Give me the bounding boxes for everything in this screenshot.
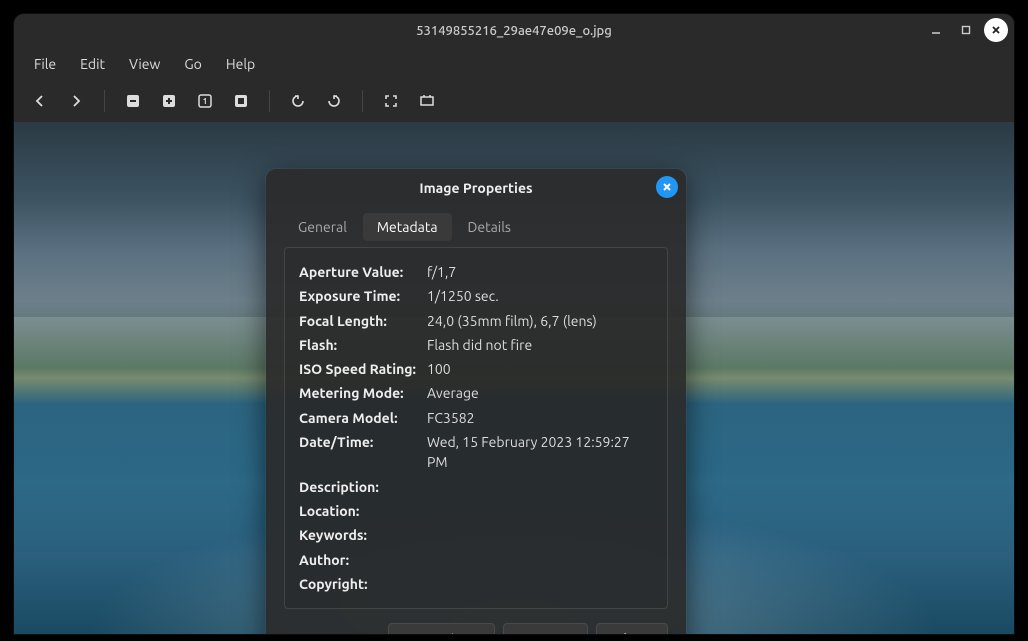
menu-go[interactable]: Go bbox=[174, 52, 211, 76]
toolbar: 1 bbox=[14, 80, 1014, 122]
svg-text:1: 1 bbox=[203, 97, 208, 106]
zoom-out-icon bbox=[125, 93, 141, 109]
dialog-tabs: General Metadata Details bbox=[266, 207, 686, 241]
location-value bbox=[427, 501, 653, 521]
gallery-button[interactable] bbox=[413, 87, 441, 115]
chevron-right-icon bbox=[522, 633, 534, 634]
dialog-close-button[interactable] bbox=[656, 176, 678, 198]
fullscreen-icon bbox=[383, 93, 399, 109]
datetime-label: Date/Time: bbox=[299, 432, 427, 473]
tab-details[interactable]: Details bbox=[454, 213, 525, 241]
iso-label: ISO Speed Rating: bbox=[299, 359, 427, 379]
zoom-out-button[interactable] bbox=[119, 87, 147, 115]
copyright-label: Copyright: bbox=[299, 574, 427, 594]
next-label: Next bbox=[538, 631, 568, 634]
metadata-row: Date/Time: Wed, 15 February 2023 12:59:2… bbox=[299, 430, 653, 475]
metadata-row: Author: bbox=[299, 548, 653, 572]
image-properties-dialog: Image Properties General Metadata Detail… bbox=[266, 169, 686, 634]
rotate-right-icon bbox=[326, 93, 342, 109]
dialog-title: Image Properties bbox=[419, 180, 532, 196]
copyright-value bbox=[427, 574, 653, 594]
close-button[interactable]: Close bbox=[596, 623, 668, 634]
previous-label: Previous bbox=[423, 631, 477, 634]
menu-edit[interactable]: Edit bbox=[70, 52, 115, 76]
metadata-row: Copyright: bbox=[299, 572, 653, 596]
focal-value: 24,0 (35mm film), 6,7 (lens) bbox=[427, 311, 653, 331]
metadata-row: Metering Mode: Average bbox=[299, 381, 653, 405]
window-controls bbox=[924, 18, 1008, 42]
window-close-button[interactable] bbox=[984, 18, 1008, 42]
separator bbox=[269, 90, 270, 112]
metadata-row: ISO Speed Rating: 100 bbox=[299, 357, 653, 381]
camera-label: Camera Model: bbox=[299, 408, 427, 428]
zoom-original-icon: 1 bbox=[197, 93, 213, 109]
author-label: Author: bbox=[299, 550, 427, 570]
metadata-row: Description: bbox=[299, 475, 653, 499]
metering-value: Average bbox=[427, 383, 653, 403]
focal-label: Focal Length: bbox=[299, 311, 427, 331]
dialog-footer: Previous Next Close bbox=[266, 609, 686, 634]
menu-view[interactable]: View bbox=[119, 52, 170, 76]
metadata-row: Aperture Value: f/1,7 bbox=[299, 260, 653, 284]
gallery-icon bbox=[419, 93, 435, 109]
rotate-left-button[interactable] bbox=[284, 87, 312, 115]
zoom-100-button[interactable]: 1 bbox=[191, 87, 219, 115]
close-icon bbox=[662, 182, 672, 192]
dialog-header: Image Properties bbox=[266, 169, 686, 207]
close-label: Close bbox=[615, 631, 649, 634]
fullscreen-button[interactable] bbox=[377, 87, 405, 115]
tab-metadata[interactable]: Metadata bbox=[363, 213, 452, 241]
location-label: Location: bbox=[299, 501, 427, 521]
metadata-row: Camera Model: FC3582 bbox=[299, 406, 653, 430]
minimize-icon bbox=[931, 25, 941, 35]
separator bbox=[362, 90, 363, 112]
chevron-left-icon bbox=[33, 94, 47, 108]
description-value bbox=[427, 477, 653, 497]
flash-value: Flash did not fire bbox=[427, 335, 653, 355]
main-window: 53149855216_29ae47e09e_o.jpg File Edit V… bbox=[14, 14, 1014, 634]
zoom-in-button[interactable] bbox=[155, 87, 183, 115]
chevron-right-icon bbox=[69, 94, 83, 108]
menu-file[interactable]: File bbox=[24, 52, 66, 76]
metadata-row: Flash: Flash did not fire bbox=[299, 333, 653, 357]
previous-button[interactable]: Previous bbox=[388, 623, 496, 634]
zoom-fit-button[interactable] bbox=[227, 87, 255, 115]
metadata-row: Exposure Time: 1/1250 sec. bbox=[299, 284, 653, 308]
menubar: File Edit View Go Help bbox=[14, 48, 1014, 80]
zoom-in-icon bbox=[161, 93, 177, 109]
metadata-row: Location: bbox=[299, 499, 653, 523]
keywords-label: Keywords: bbox=[299, 525, 427, 545]
next-button[interactable]: Next bbox=[503, 623, 587, 634]
maximize-button[interactable] bbox=[954, 18, 978, 42]
chevron-left-icon bbox=[407, 633, 419, 634]
metadata-row: Focal Length: 24,0 (35mm film), 6,7 (len… bbox=[299, 309, 653, 333]
keywords-value bbox=[427, 525, 653, 545]
close-icon bbox=[991, 25, 1001, 35]
flash-label: Flash: bbox=[299, 335, 427, 355]
zoom-fit-icon bbox=[233, 93, 249, 109]
minimize-button[interactable] bbox=[924, 18, 948, 42]
description-label: Description: bbox=[299, 477, 427, 497]
menu-help[interactable]: Help bbox=[216, 52, 265, 76]
aperture-value: f/1,7 bbox=[427, 262, 653, 282]
next-image-button[interactable] bbox=[62, 87, 90, 115]
maximize-icon bbox=[961, 25, 971, 35]
exposure-label: Exposure Time: bbox=[299, 286, 427, 306]
titlebar: 53149855216_29ae47e09e_o.jpg bbox=[14, 14, 1014, 48]
window-title: 53149855216_29ae47e09e_o.jpg bbox=[416, 24, 612, 38]
aperture-label: Aperture Value: bbox=[299, 262, 427, 282]
rotate-left-icon bbox=[290, 93, 306, 109]
tab-general[interactable]: General bbox=[284, 213, 361, 241]
prev-image-button[interactable] bbox=[26, 87, 54, 115]
exposure-value: 1/1250 sec. bbox=[427, 286, 653, 306]
metadata-row: Keywords: bbox=[299, 523, 653, 547]
iso-value: 100 bbox=[427, 359, 653, 379]
camera-value: FC3582 bbox=[427, 408, 653, 428]
separator bbox=[104, 90, 105, 112]
metadata-panel: Aperture Value: f/1,7 Exposure Time: 1/1… bbox=[284, 247, 668, 609]
author-value bbox=[427, 550, 653, 570]
datetime-value: Wed, 15 February 2023 12:59:27 PM bbox=[427, 432, 653, 473]
metering-label: Metering Mode: bbox=[299, 383, 427, 403]
rotate-right-button[interactable] bbox=[320, 87, 348, 115]
